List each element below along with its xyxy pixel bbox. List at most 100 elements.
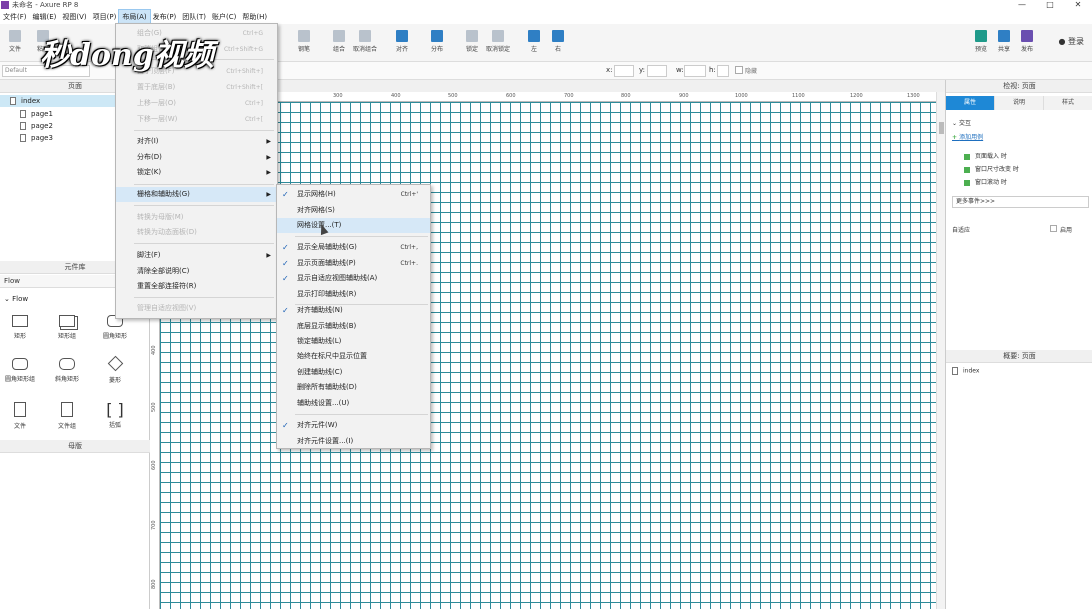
- maximize-button[interactable]: □: [1036, 0, 1064, 10]
- align-left-icon: [528, 30, 540, 42]
- publish-button[interactable]: 发布: [1014, 30, 1040, 58]
- library-item-rectangle-group[interactable]: 矩形组: [47, 315, 87, 340]
- minimize-button[interactable]: —: [1008, 0, 1036, 10]
- canvas-vertical-scrollbar[interactable]: [936, 92, 945, 609]
- submenu-item-show-adaptive-guides[interactable]: ✓ 显示自适应视图辅助线(A): [277, 271, 430, 286]
- scrollbar-thumb[interactable]: [939, 122, 944, 134]
- menu-account[interactable]: 账户(C): [209, 10, 239, 24]
- submenu-item-show-print-guides[interactable]: 显示打印辅助线(R): [277, 287, 430, 302]
- checkmark-icon: ✓: [282, 190, 289, 199]
- menu-item-lock[interactable]: 锁定(K) ▶: [116, 165, 277, 180]
- file-shape-icon: [14, 402, 26, 417]
- outline-panel-header: 概要: 页面: [946, 350, 1092, 363]
- library-item-beveled-rectangle[interactable]: 斜角矩形: [47, 358, 87, 383]
- checkmark-icon: ✓: [282, 306, 289, 315]
- submenu-item-delete-all-guides[interactable]: 删除所有辅助线(D): [277, 380, 430, 395]
- menu-help[interactable]: 帮助(H): [239, 10, 270, 24]
- submenu-item-grid-settings[interactable]: 网格设置...(T): [277, 218, 430, 233]
- x-field[interactable]: [614, 65, 634, 77]
- h-field[interactable]: [717, 65, 729, 77]
- y-field[interactable]: [647, 65, 667, 77]
- menu-item-footnotes[interactable]: 脚注(F) ▶: [116, 248, 277, 263]
- right-button[interactable]: 右: [545, 30, 571, 58]
- adaptive-enable-checkbox[interactable]: [1050, 225, 1057, 232]
- menu-item-align[interactable]: 对齐(I) ▶: [116, 134, 277, 149]
- menu-item-grid-and-guides[interactable]: 栅格和辅助线(G) ▶: [116, 187, 277, 202]
- ruler-tick: 1000: [735, 93, 748, 99]
- menu-publish[interactable]: 发布(P): [150, 10, 180, 24]
- beveled-rectangle-icon: [59, 358, 75, 370]
- menu-item-convert-to-dynamic-panel[interactable]: 转换为动态面板(D): [116, 225, 277, 240]
- submenu-item-create-guides[interactable]: 创建辅助线(C): [277, 365, 430, 380]
- event-on-window-resize[interactable]: 窗口尺寸改变 时: [964, 164, 1019, 173]
- submenu-item-lock-guides[interactable]: 锁定辅助线(L): [277, 334, 430, 349]
- more-events-select[interactable]: 更多事件>>>: [952, 196, 1089, 208]
- file-button[interactable]: 文件: [2, 30, 28, 58]
- lock-button[interactable]: 锁定: [459, 30, 485, 58]
- align-button[interactable]: 对齐: [389, 30, 415, 58]
- event-on-window-scroll[interactable]: 窗口滚动 时: [964, 177, 1007, 186]
- ruler-tick: 1200: [850, 93, 863, 99]
- hidden-checkbox[interactable]: [735, 66, 743, 74]
- menu-item-send-to-back[interactable]: 置于底层(B) Ctrl+Shift+[: [116, 80, 277, 95]
- rectangle-group-icon: [59, 315, 75, 327]
- login-button[interactable]: ● 登录: [1058, 36, 1084, 47]
- tab-style[interactable]: 样式: [1044, 96, 1092, 110]
- menu-item-convert-to-master[interactable]: 转换为母版(M): [116, 210, 277, 225]
- menu-layout[interactable]: 布局(A): [118, 9, 151, 25]
- submenu-item-snap-to-widgets[interactable]: ✓ 对齐元件(W): [277, 418, 430, 433]
- add-case-link[interactable]: + 添加用例: [952, 132, 983, 141]
- menu-item-reset-all-connectors[interactable]: 重置全部连接符(R): [116, 279, 277, 294]
- lock-icon: [466, 30, 478, 42]
- outline-item-index[interactable]: index: [952, 367, 979, 375]
- event-on-page-load[interactable]: 页面载入 时: [964, 151, 1007, 160]
- ruler-tick: 1300: [907, 93, 920, 99]
- submenu-item-always-show-position[interactable]: 始终在标尺中显示位置: [277, 349, 430, 364]
- submenu-item-show-page-guides[interactable]: ✓ 显示页面辅助线(P) Ctrl+.: [277, 256, 430, 271]
- library-item-diamond[interactable]: 菱形: [95, 355, 135, 384]
- library-item-rectangle[interactable]: 矩形: [0, 315, 40, 340]
- ungroup-button[interactable]: 取消组合: [352, 30, 378, 58]
- menu-item-clear-all-notes[interactable]: 清除全部说明(C): [116, 264, 277, 279]
- submenu-item-snap-to-widgets-settings[interactable]: 对齐元件设置...(I): [277, 434, 430, 449]
- menu-file[interactable]: 文件(F): [0, 10, 30, 24]
- ruler-tick: 300: [333, 93, 343, 99]
- submenu-item-guides-behind[interactable]: 底层显示辅助线(B): [277, 319, 430, 334]
- menu-edit[interactable]: 编辑(E): [30, 10, 60, 24]
- submenu-item-snap-to-grid[interactable]: 对齐网格(S): [277, 203, 430, 218]
- menu-project[interactable]: 项目(P): [90, 10, 120, 24]
- group-button[interactable]: 组合: [326, 30, 352, 58]
- pen-button[interactable]: 钢笔: [291, 30, 317, 58]
- w-field[interactable]: [684, 65, 706, 77]
- submenu-item-show-global-guides[interactable]: ✓ 显示全局辅助线(G) Ctrl+,: [277, 240, 430, 255]
- ruler-tick: 500: [151, 402, 157, 412]
- checkmark-icon: ✓: [282, 274, 289, 283]
- menu-view[interactable]: 视图(V): [59, 10, 89, 24]
- library-item-file-group[interactable]: 文件组: [47, 402, 87, 430]
- menu-item-distribute[interactable]: 分布(D) ▶: [116, 150, 277, 165]
- menu-team[interactable]: 团队(T): [179, 10, 209, 24]
- library-item-file[interactable]: 文件: [0, 402, 40, 430]
- submenu-item-show-grid[interactable]: ✓ 显示网格(H) Ctrl+': [277, 187, 430, 202]
- w-label: w:: [676, 66, 684, 74]
- submenu-item-snap-to-guides[interactable]: ✓ 对齐辅助线(N): [277, 303, 430, 318]
- library-item-rounded-rectangle-group[interactable]: 圆角矩形组: [0, 358, 40, 383]
- menu-item-send-backward[interactable]: 下移一层(W) Ctrl+[: [116, 112, 277, 127]
- close-button[interactable]: ✕: [1064, 0, 1092, 10]
- chevron-down-icon: ⌄: [4, 295, 13, 303]
- submenu-item-guide-settings[interactable]: 辅助线设置...(U): [277, 396, 430, 411]
- preview-icon: [975, 30, 987, 42]
- tab-properties[interactable]: 属性: [946, 96, 995, 110]
- submenu-arrow-icon: ▶: [266, 191, 271, 198]
- distribute-button[interactable]: 分布: [424, 30, 450, 58]
- left-button[interactable]: 左: [521, 30, 547, 58]
- enable-label: 启用: [1060, 227, 1073, 234]
- checkmark-icon: ✓: [282, 243, 289, 252]
- unlock-button[interactable]: 取消锁定: [485, 30, 511, 58]
- library-item-bracket[interactable]: [ ] 括弧: [95, 402, 135, 430]
- checkmark-icon: ✓: [282, 421, 289, 430]
- menu-item-manage-adaptive-views[interactable]: 管理自适应视图(V): [116, 301, 277, 316]
- interactions-section-header[interactable]: ⌄ 交互: [952, 118, 971, 127]
- tab-notes[interactable]: 说明: [995, 96, 1044, 110]
- menu-item-bring-forward[interactable]: 上移一层(O) Ctrl+]: [116, 96, 277, 111]
